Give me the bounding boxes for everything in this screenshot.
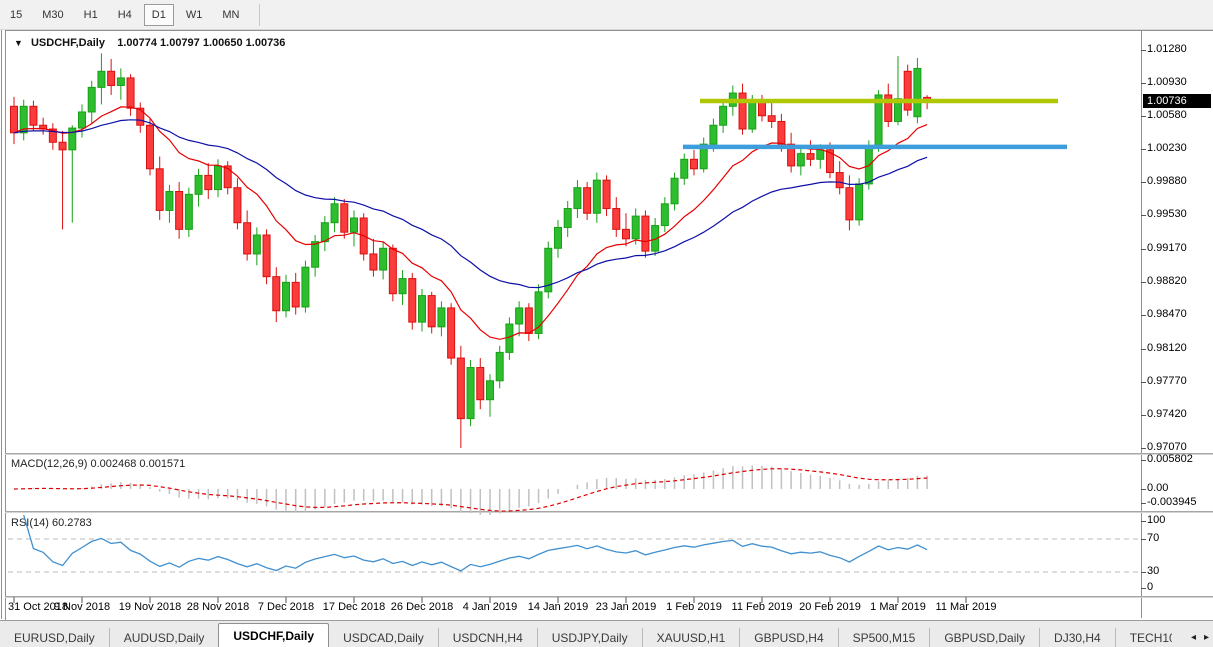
price-axis-label: 0.97770 [1147,375,1187,387]
tab-eurusd-daily[interactable]: EURUSD,Daily [0,628,109,647]
timeframe-toolbar: 15 M30 H1 H4 D1 W1 MN [0,0,1213,30]
timeframe-button-15[interactable]: 15 [2,4,30,26]
date-axis-label: 4 Jan 2019 [462,601,518,613]
date-axis-label: 20 Feb 2019 [799,601,861,613]
price-axis-label: 0.98820 [1147,275,1187,287]
macd-axis-label: 0.00 [1147,482,1169,494]
tab-gbpusd-h4[interactable]: GBPUSD,H4 [739,628,837,647]
timeframe-button-d1[interactable]: D1 [143,3,174,26]
axis-tick [1141,588,1146,589]
axis-tick [1141,489,1146,490]
axis-tick [1141,149,1146,150]
price-axis-border [1141,31,1142,618]
tab-audusd-daily[interactable]: AUDUSD,Daily [108,628,219,647]
axis-tick [1141,539,1146,540]
tab-usdjpy-daily[interactable]: USDJPY,Daily [536,628,642,647]
axis-tick [1141,349,1146,350]
date-axis-label: 11 Mar 2019 [935,601,997,613]
panel-splitter-rsi[interactable] [5,511,1213,513]
price-axis-label: 1.00580 [1147,109,1187,121]
axis-tick [1141,282,1146,283]
date-axis-label: 7 Dec 2018 [257,601,315,613]
tab-usdcnh-h4[interactable]: USDCNH,H4 [437,628,537,647]
price-axis-label: 0.97070 [1147,441,1187,453]
panel-splitter-macd[interactable] [5,453,1213,455]
timeframe-button-h4[interactable]: H4 [110,4,140,26]
rsi-axis-label: 100 [1147,514,1166,526]
date-axis-label: 26 Dec 2018 [390,601,454,613]
current-price-badge: 1.00736 [1143,94,1211,108]
window-frame-line [1,30,2,619]
date-axis-label: 1 Feb 2019 [666,601,722,613]
date-axis-label: 23 Jan 2019 [595,601,657,613]
macd-axis-label: 0.005802 [1147,453,1193,465]
date-axis-label: 17 Dec 2018 [322,601,386,613]
rsi-axis-label: 70 [1147,532,1160,544]
tab-scroll-right-icon[interactable]: ▸ [1204,632,1209,643]
chart-window [5,30,1213,620]
price-axis-label: 0.99530 [1147,208,1187,220]
price-axis-label: 0.99880 [1147,175,1187,187]
chart-symbol-label: USDCHF,Daily [30,37,105,49]
tab-gbpusd-daily[interactable]: GBPUSD,Daily [929,628,1039,647]
toolbar-separator [259,3,261,26]
tab-usdcad-daily[interactable]: USDCAD,Daily [329,628,438,647]
date-axis-label: 28 Nov 2018 [186,601,250,613]
axis-tick [1141,83,1146,84]
axis-tick [1141,415,1146,416]
chart-tab-bar: EURUSD,Daily AUDUSD,Daily USDCHF,Daily USDC… [0,620,1213,647]
axis-tick [1141,572,1146,573]
axis-tick [1141,503,1146,504]
axis-tick [1141,315,1146,316]
mt4-terminal: 15 M30 H1 H4 D1 W1 MN ▼ USDCHF,Daily 1.00774 1… [0,0,1213,647]
price-axis-label: 1.01280 [1147,43,1187,55]
timeframe-button-m30[interactable]: M30 [34,4,71,26]
date-axis-label: 1 Mar 2019 [870,601,926,613]
axis-tick [1141,521,1146,522]
axis-tick [1141,182,1146,183]
timeframe-button-h1[interactable]: H1 [76,4,106,26]
rsi-label: RSI(14) 60.2783 [11,517,92,529]
chart-title: ▼ USDCHF,Daily 1.00774 1.00797 1.00650 1… [14,37,285,49]
axis-tick [1141,448,1146,449]
rsi-axis-label: 30 [1147,565,1160,577]
date-axis-label: 19 Nov 2018 [118,601,182,613]
chart-tab-strip: EURUSD,Daily AUDUSD,Daily USDCHF,Daily USDC… [0,623,1172,647]
price-axis-label: 0.98120 [1147,342,1187,354]
macd-axis-label: -0.003945 [1147,496,1197,508]
tab-usdchf-daily[interactable]: USDCHF,Daily [218,623,330,647]
tab-xauusd-h1[interactable]: XAUUSD,H1 [641,628,740,647]
macd-label: MACD(12,26,9) 0.002468 0.001571 [11,458,186,470]
axis-tick [1141,116,1146,117]
price-axis-label: 0.97420 [1147,408,1187,420]
price-axis-label: 1.00930 [1147,76,1187,88]
price-axis-label: 1.00230 [1147,142,1187,154]
date-axis-label: 14 Jan 2019 [527,601,589,613]
axis-tick [1141,460,1146,461]
price-axis-label: 0.99170 [1147,242,1187,254]
tab-scroll-left-icon[interactable]: ◂ [1191,632,1196,643]
axis-tick [1141,382,1146,383]
date-axis-label: 11 Feb 2019 [731,601,793,613]
timeframe-button-mn[interactable]: MN [214,4,247,26]
date-axis-label: 9 Nov 2018 [53,601,111,613]
tab-dj30-h4[interactable]: DJ30,H4 [1039,628,1115,647]
axis-tick [1141,50,1146,51]
panel-splitter-dates [5,596,1213,598]
tab-sp500-m15[interactable]: SP500,M15 [837,628,930,647]
tab-tech100-h1[interactable]: TECH100,H1 [1114,628,1172,647]
rsi-axis-label: 0 [1147,581,1154,593]
timeframe-button-w1[interactable]: W1 [178,4,211,26]
chart-dropdown-icon[interactable]: ▼ [14,38,23,48]
chart-ohlc-values: 1.00774 1.00797 1.00650 1.00736 [117,37,286,49]
price-axis-label: 0.98470 [1147,308,1187,320]
axis-tick [1141,215,1146,216]
axis-tick [1141,249,1146,250]
